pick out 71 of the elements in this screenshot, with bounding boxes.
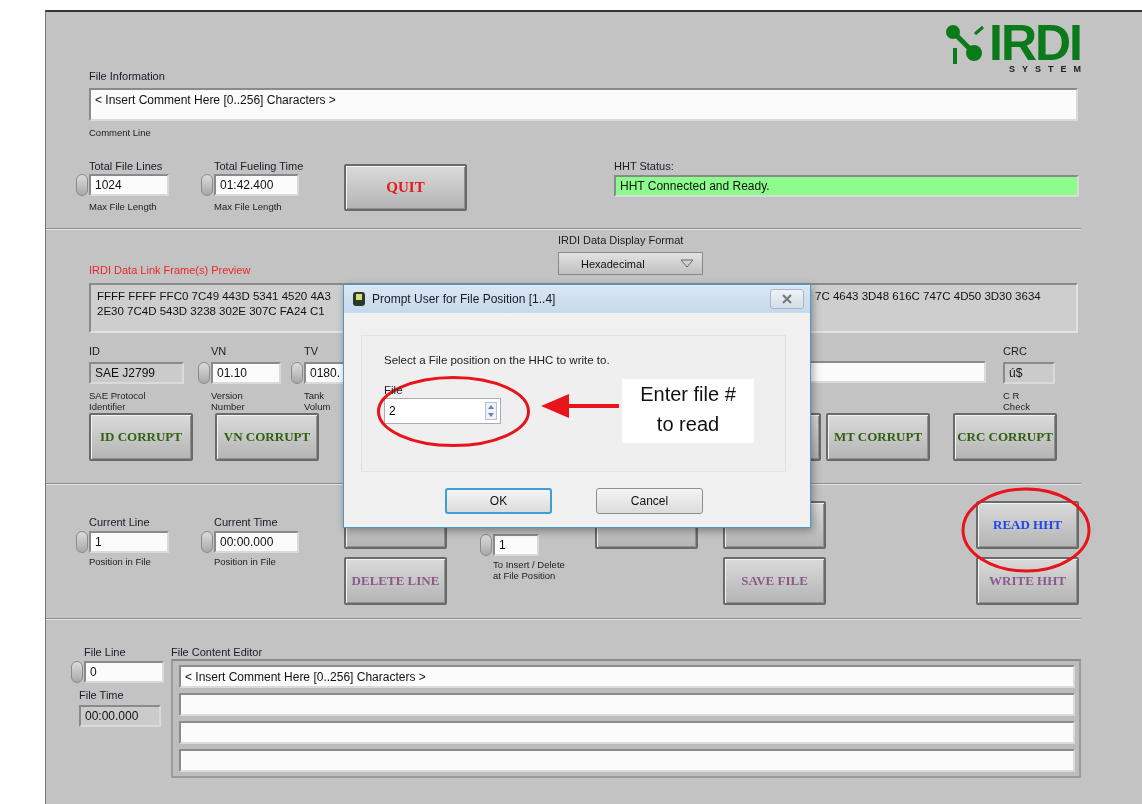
field-label: Total Fueling Time (214, 160, 304, 173)
spinner-arrows[interactable] (291, 362, 303, 384)
field-caption: C R Check (1003, 390, 1030, 412)
time-field[interactable]: 00:00.000 (214, 531, 299, 553)
time-field[interactable]: 01:42.400 (214, 174, 299, 196)
spinner-arrows[interactable] (485, 402, 497, 420)
corrupt-button[interactable]: MT CORRUPT (826, 413, 930, 461)
file-number-field[interactable]: 2 (384, 398, 501, 424)
number-field[interactable]: 0 (84, 661, 164, 683)
field-label: Current Line (89, 516, 150, 529)
field-caption: Version Number (211, 390, 245, 412)
number-field[interactable]: 1 (493, 534, 539, 556)
spinner-arrows[interactable] (198, 362, 210, 384)
field-label: VN (211, 345, 227, 358)
field-label: Total File Lines (89, 160, 163, 173)
comment-field[interactable]: < Insert Comment Here [0..256] Characters > (89, 88, 1078, 121)
spinner-arrows[interactable] (480, 534, 492, 556)
field-label: ID (89, 345, 100, 358)
callout-text: Enter file # to read (622, 379, 754, 443)
indicator-field: SAE J2799 (89, 362, 184, 384)
status-indicator: HHT Connected and Ready. (614, 175, 1079, 197)
field-caption: Max File Length (214, 201, 282, 212)
spinner-arrows[interactable] (201, 174, 213, 196)
corrupt-button[interactable]: VN CORRUPT (215, 413, 319, 461)
spinner-arrows[interactable] (201, 531, 213, 553)
editor-label: File Content Editor (171, 646, 263, 659)
field-caption: SAE Protocol Identifier (89, 390, 146, 412)
dialog-message: Select a File position on the HHC to write to. (384, 354, 610, 366)
text-line-field[interactable]: < Insert Comment Here [0..256] Characters > (179, 665, 1075, 688)
corrupt-button[interactable]: ID CORRUPT (89, 413, 193, 461)
dialog-title: Prompt User for File Position [1..4] (372, 292, 556, 306)
field-caption: To Insert / Delete at File Position (493, 559, 565, 581)
indicator-field: 00:00.000 (79, 705, 161, 727)
field-label: File Line (84, 646, 126, 659)
dropdown-arrow-icon (680, 259, 694, 268)
logo-text: IRDI (989, 22, 1081, 64)
spinner-arrows[interactable] (76, 531, 88, 553)
field-label: Current Time (214, 516, 278, 529)
field-caption: Max File Length (89, 201, 157, 212)
dialog-button[interactable]: Cancel (596, 488, 703, 514)
indicator-field: ú$ (1003, 362, 1055, 384)
number-field[interactable]: 01.10 (211, 362, 281, 384)
text-line-field[interactable] (179, 693, 1075, 716)
number-field[interactable]: 1 (89, 531, 169, 553)
format-dropdown[interactable]: Hexadecimal (558, 252, 703, 275)
format-label: IRDI Data Display Format (558, 234, 684, 247)
preview-label: IRDI Data Link Frame(s) Preview (89, 264, 252, 277)
close-icon (781, 294, 793, 304)
spinner-arrows[interactable] (76, 174, 88, 196)
number-field[interactable]: 1024 (89, 174, 169, 196)
text-line-field[interactable] (179, 749, 1075, 772)
corrupt-button[interactable]: CRC CORRUPT (953, 413, 1057, 461)
spinner-arrows[interactable] (71, 661, 83, 683)
field-caption: Tank Volum (304, 390, 331, 412)
close-button[interactable] (770, 289, 804, 309)
hex-line: 7C 4643 3D48 616C 747C 4D50 3D30 3634 (815, 289, 1041, 304)
status-label: HHT Status: (614, 160, 674, 173)
field-caption: Comment Line (89, 127, 152, 138)
hex-line: 2E30 7C4D 543D 3238 302E 307C FA24 C1 (97, 304, 325, 319)
dialog-button[interactable]: OK (445, 488, 552, 514)
field-label: TV (304, 345, 319, 358)
logo-subtitle: SYSTEM (1009, 64, 1088, 74)
hex-line: FFFF FFFF FFC0 7C49 443D 5341 4520 4A3 (97, 289, 331, 304)
read-hht-button[interactable]: READ HHT (976, 501, 1079, 549)
field-label: File Information (89, 70, 165, 83)
field-caption: Position in File (89, 556, 151, 567)
app-icon (352, 291, 366, 307)
field-label: CRC (1003, 345, 1027, 358)
text-line-field[interactable] (179, 721, 1075, 744)
field-caption: Position in File (214, 556, 276, 567)
field-label: File Time (79, 689, 124, 702)
